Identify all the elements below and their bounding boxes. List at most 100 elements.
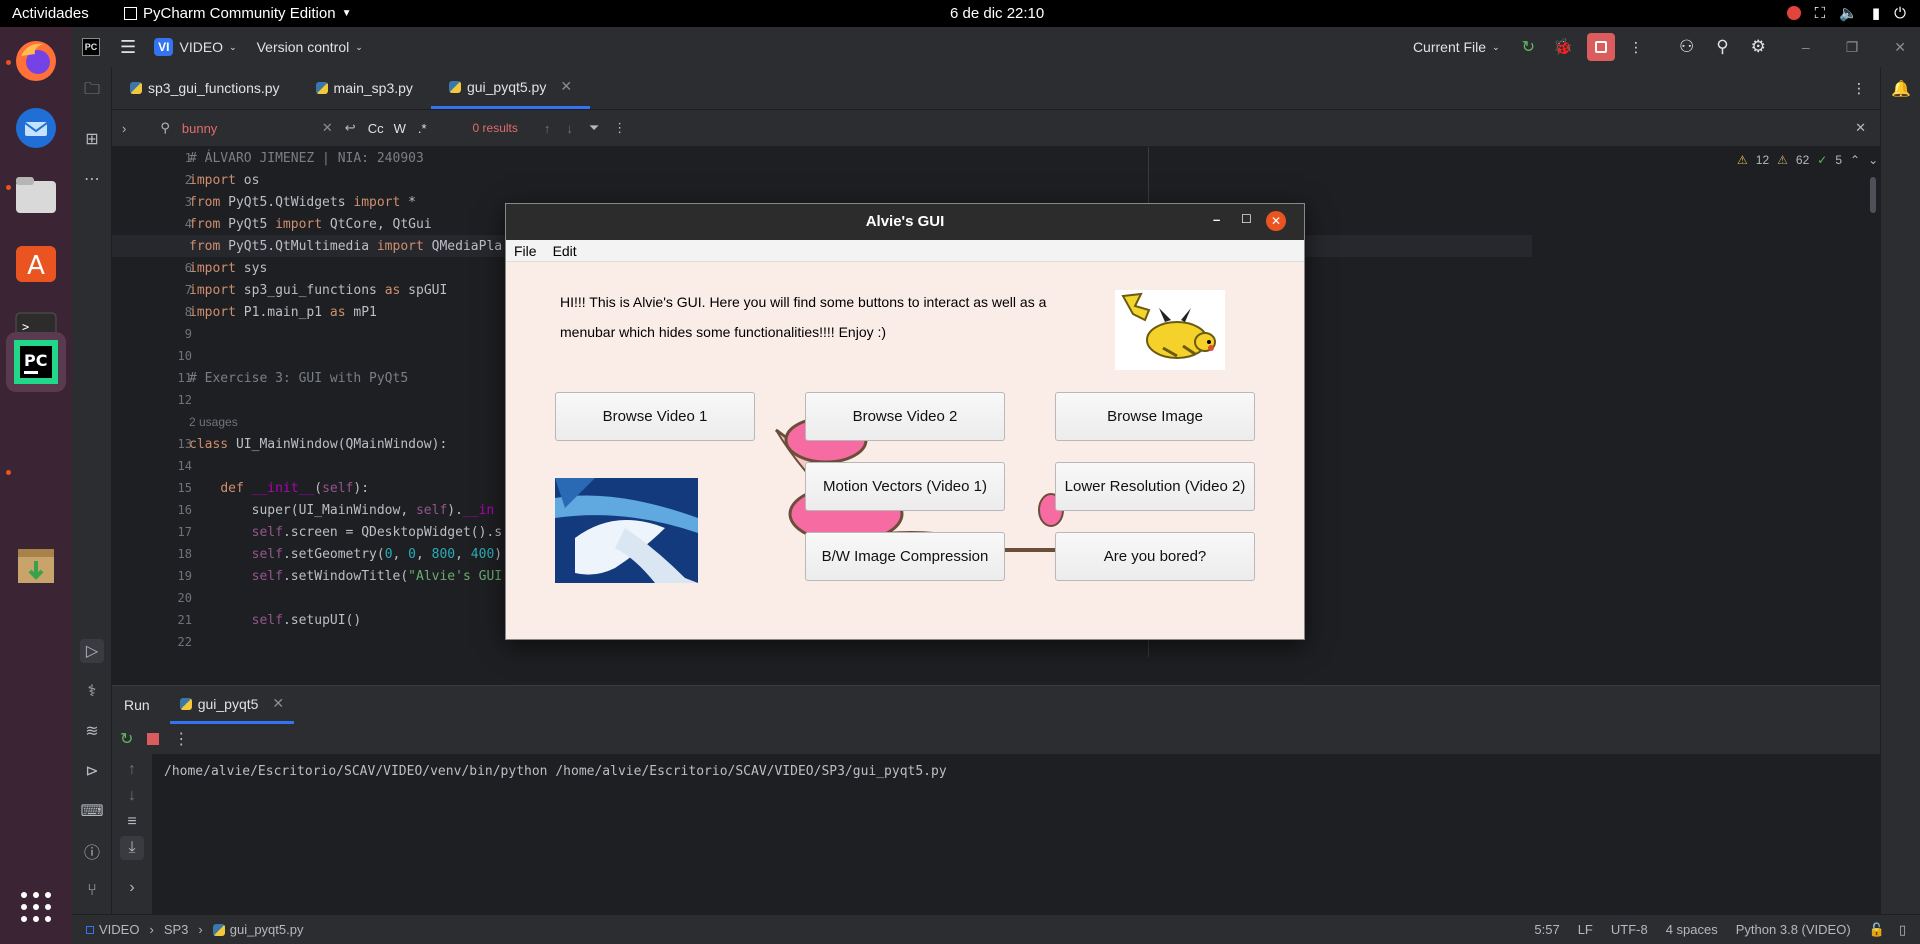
more-actions-icon[interactable]: ⋮	[173, 729, 189, 749]
run-config-widget[interactable]: Current File ⌄	[1413, 39, 1500, 55]
python-console-icon[interactable]: ⚕	[80, 679, 104, 703]
run-tool-icon[interactable]: ▷	[80, 639, 104, 663]
whole-words-toggle[interactable]: W	[394, 121, 406, 136]
app-menu[interactable]: PyCharm Community Edition ▼	[124, 5, 351, 22]
minimize-icon[interactable]: –	[1213, 212, 1220, 227]
browse-video-2-button[interactable]: Browse Video 2	[805, 392, 1005, 441]
services-icon[interactable]: ⊳	[80, 759, 104, 783]
scroll-up-icon[interactable]: ↑	[120, 758, 144, 782]
python-interpreter[interactable]: Python 3.8 (VIDEO)	[1736, 922, 1851, 937]
run-title[interactable]: Run	[124, 697, 150, 713]
menu-file[interactable]: File	[506, 243, 545, 259]
volume-icon[interactable]: 🔈	[1839, 4, 1858, 22]
read-only-lock-icon[interactable]: 🔓	[1869, 922, 1885, 938]
tab-main-sp3[interactable]: main_sp3.py	[298, 67, 431, 109]
firefox-icon[interactable]	[8, 33, 64, 89]
motion-vectors-button[interactable]: Motion Vectors (Video 1)	[805, 462, 1005, 511]
clock[interactable]: 6 de dic 22:10	[950, 5, 1044, 22]
more-actions-icon[interactable]: ⋮	[1629, 39, 1643, 56]
lower-resolution-button[interactable]: Lower Resolution (Video 2)	[1055, 462, 1255, 511]
find-more-icon[interactable]: ⋮	[613, 120, 626, 136]
browse-video-1-button[interactable]: Browse Video 1	[555, 392, 755, 441]
are-you-bored-button[interactable]: Are you bored?	[1055, 532, 1255, 581]
caret-position[interactable]: 5:57	[1534, 922, 1559, 937]
thunderbird-icon[interactable]	[8, 100, 64, 156]
tab-options-icon[interactable]: ⋮	[1852, 80, 1866, 97]
rerun-icon[interactable]: ↻	[1522, 37, 1535, 57]
power-icon[interactable]: ⏻	[1894, 5, 1906, 22]
previous-occurrence-icon[interactable]: ↑	[544, 121, 551, 136]
close-find-icon[interactable]: ✕	[1855, 120, 1866, 136]
archive-icon[interactable]	[8, 537, 64, 593]
network-icon[interactable]: ⛶	[1815, 5, 1826, 22]
battery-icon[interactable]: ▮	[1872, 4, 1880, 22]
filter-icon[interactable]: ⏷	[589, 120, 599, 136]
indent-setting[interactable]: 4 spaces	[1666, 922, 1718, 937]
breadcrumb-file[interactable]: gui_pyqt5.py	[230, 922, 304, 937]
chevron-up-icon[interactable]: ⌃	[1850, 153, 1860, 167]
regex-toggle[interactable]: .*	[418, 121, 427, 136]
maximize-icon[interactable]: ☐	[1241, 212, 1252, 226]
search-icon[interactable]: ⚲	[1716, 37, 1728, 57]
close-icon[interactable]: ✕	[1266, 211, 1286, 231]
next-occurrence-icon[interactable]: ↓	[566, 121, 573, 136]
clear-search-icon[interactable]: ✕	[322, 120, 333, 136]
menu-edit[interactable]: Edit	[545, 243, 585, 259]
pycharm-dock-icon[interactable]: PC	[6, 332, 66, 392]
usages-hint[interactable]: 2 usages	[189, 415, 238, 429]
inspection-widget[interactable]: ⚠ 12 ⚠ 62 ✓ 5 ⌃ ⌄	[1737, 153, 1878, 167]
problems-icon[interactable]: ⓘ	[80, 839, 104, 863]
new-line-icon[interactable]: ↩	[345, 120, 356, 136]
files-icon[interactable]	[8, 167, 64, 223]
qt-title-bar[interactable]: Alvie's GUI – ☐ ✕	[506, 204, 1304, 240]
breadcrumb-project[interactable]: VIDEO	[99, 922, 139, 937]
chevron-down-icon[interactable]: ⌄	[1868, 153, 1878, 167]
match-case-toggle[interactable]: Cc	[368, 121, 384, 136]
software-center-icon[interactable]: A	[8, 234, 64, 290]
restore-icon[interactable]: ❐	[1846, 39, 1859, 56]
more-tools-icon[interactable]: ⋯	[80, 167, 104, 191]
close-tab-icon[interactable]: ✕	[560, 78, 572, 95]
structure-icon[interactable]: ⊞	[80, 127, 104, 151]
line-separator[interactable]: LF	[1578, 922, 1593, 937]
project-widget[interactable]: VI VIDEO ⌄	[154, 38, 237, 56]
rerun-icon[interactable]: ↻	[120, 729, 133, 749]
scroll-to-end-icon[interactable]: ⤓	[120, 836, 144, 860]
soft-wrap-icon[interactable]: ≡	[120, 810, 144, 834]
minimize-icon[interactable]: –	[1802, 39, 1810, 55]
system-tray[interactable]: ⛶ 🔈 ▮ ⏻	[1786, 4, 1906, 22]
project-folder-icon[interactable]: 🗀	[80, 79, 104, 103]
close-window-icon[interactable]: ✕	[1894, 39, 1906, 56]
scrollbar-thumb[interactable]	[1870, 177, 1876, 213]
run-console-output[interactable]: /home/alvie/Escritorio/SCAV/VIDEO/venv/b…	[164, 764, 947, 779]
hamburger-menu-icon[interactable]: ☰	[120, 37, 136, 58]
find-input[interactable]: bunny	[182, 121, 322, 136]
layers-icon[interactable]: ≋	[80, 719, 104, 743]
settings-gear-icon[interactable]: ⚙	[1751, 37, 1766, 57]
notifications-icon[interactable]: 🔔	[1889, 77, 1913, 101]
pycharm-logo[interactable]: PC	[82, 38, 100, 56]
update-alert-icon[interactable]	[1786, 6, 1801, 20]
left-tool-strip: 🗀 ⊞ ⋯ ▷ ⚕ ≋ ⊳ ⌨ ⓘ ⑂	[72, 67, 112, 914]
tab-gui-pyqt5[interactable]: gui_pyqt5.py ✕	[430, 67, 591, 109]
debug-icon[interactable]: 🐞	[1553, 37, 1573, 57]
stop-icon[interactable]	[147, 733, 160, 745]
terminal-tool-icon[interactable]: ⌨	[80, 799, 104, 823]
scroll-down-icon[interactable]: ↓	[120, 784, 144, 808]
tab-sp3-gui-functions[interactable]: sp3_gui_functions.py	[112, 67, 298, 109]
expand-icon[interactable]: ›	[120, 876, 144, 900]
expand-replace-icon[interactable]: ›	[122, 121, 126, 136]
bw-compression-button[interactable]: B/W Image Compression	[805, 532, 1005, 581]
show-apps-icon[interactable]	[8, 879, 64, 935]
vcs-widget[interactable]: Version control ⌄	[257, 39, 363, 55]
activities-button[interactable]: Actividades	[12, 5, 89, 22]
git-icon[interactable]: ⑂	[80, 879, 104, 903]
add-user-icon[interactable]: ⚇	[1679, 37, 1694, 57]
memory-indicator-icon[interactable]: ▯	[1899, 922, 1906, 938]
file-encoding[interactable]: UTF-8	[1611, 922, 1648, 937]
breadcrumb-dir[interactable]: SP3	[164, 922, 189, 937]
run-tab-gui-pyqt5[interactable]: gui_pyqt5 ✕	[169, 686, 295, 724]
browse-image-button[interactable]: Browse Image	[1055, 392, 1255, 441]
close-tab-icon[interactable]: ✕	[272, 695, 284, 712]
stop-button[interactable]	[1586, 33, 1615, 61]
